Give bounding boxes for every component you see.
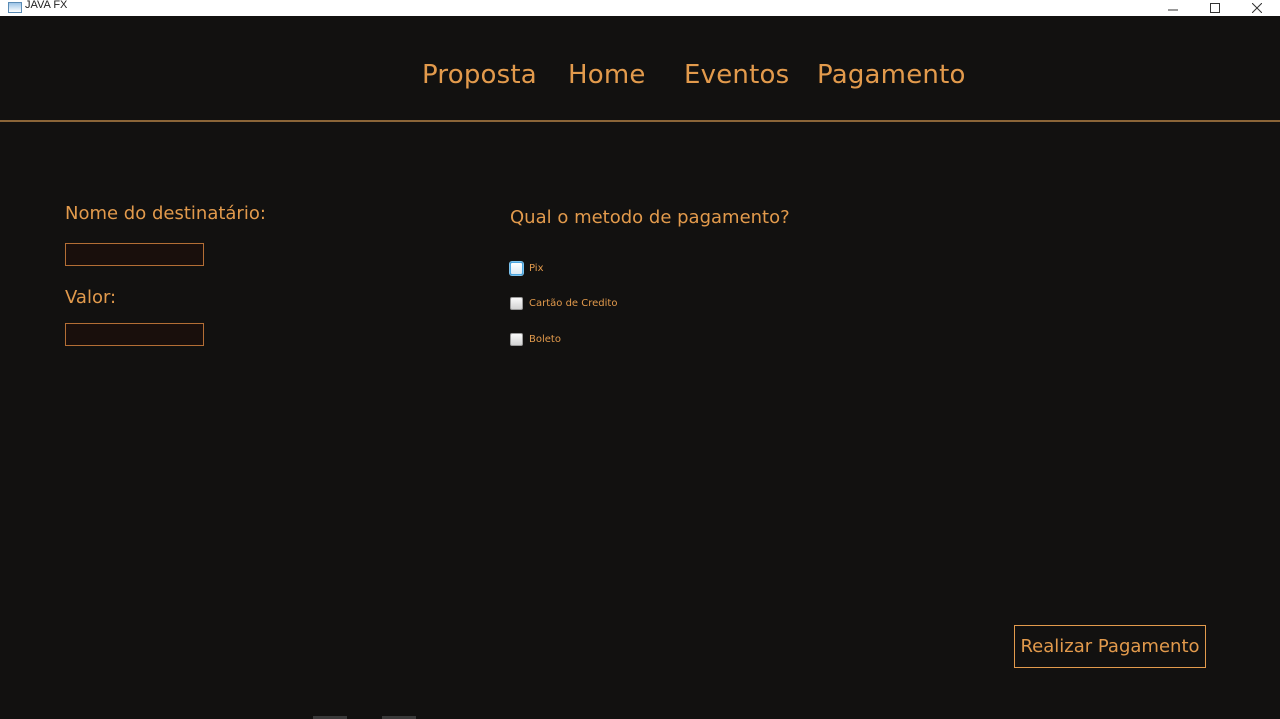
boleto-checkbox[interactable] (510, 332, 523, 346)
payment-option-pix[interactable]: Pix (510, 261, 544, 275)
pix-label: Pix (529, 262, 544, 274)
app-icon (8, 2, 22, 13)
top-navigation: Proposta Home Eventos Pagamento (0, 16, 1280, 121)
amount-input[interactable] (65, 323, 204, 346)
nav-item-proposta[interactable]: Proposta (422, 60, 537, 90)
submit-payment-button[interactable]: Realizar Pagamento (1014, 625, 1206, 668)
nav-item-pagamento[interactable]: Pagamento (817, 60, 966, 90)
credit-card-label: Cartão de Credito (529, 297, 618, 309)
recipient-input[interactable] (65, 243, 204, 266)
boleto-label: Boleto (529, 333, 561, 345)
window-title: JAVA FX (25, 0, 68, 11)
credit-card-checkbox[interactable] (510, 296, 523, 310)
recipient-label: Nome do destinatário: (65, 203, 266, 224)
amount-label: Valor: (65, 287, 117, 308)
nav-item-eventos[interactable]: Eventos (684, 60, 789, 90)
nav-item-home[interactable]: Home (568, 60, 646, 90)
app-content: Proposta Home Eventos Pagamento Nome do … (0, 16, 1280, 719)
window-titlebar: JAVA FX (0, 0, 1280, 16)
close-icon[interactable] (1234, 0, 1280, 16)
payment-option-credit-card[interactable]: Cartão de Credito (510, 296, 617, 310)
payment-option-boleto[interactable]: Boleto (510, 332, 561, 346)
minimize-icon[interactable] (1150, 0, 1196, 16)
pix-checkbox[interactable] (510, 261, 523, 275)
payment-method-question: Qual o metodo de pagamento? (510, 207, 790, 228)
maximize-icon[interactable] (1192, 0, 1238, 16)
nav-divider (0, 120, 1280, 122)
